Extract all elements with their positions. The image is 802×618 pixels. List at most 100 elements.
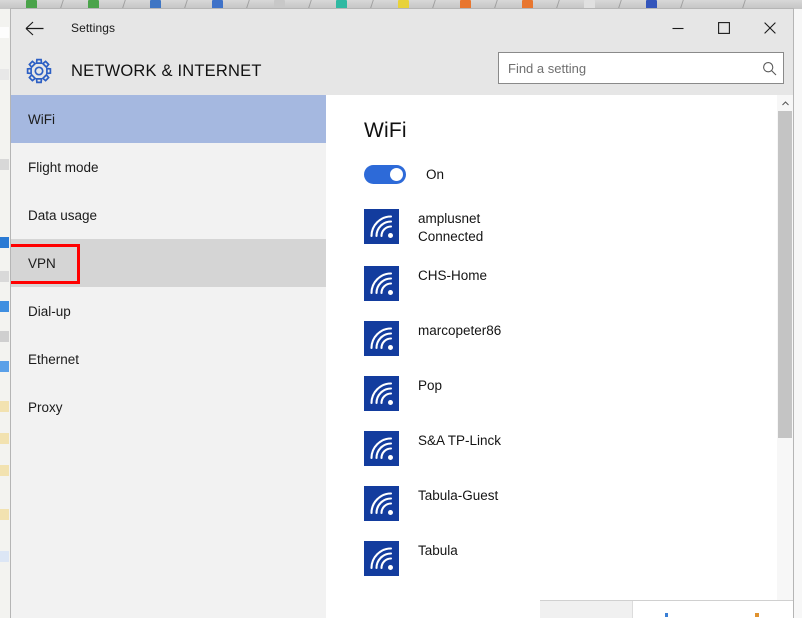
taskbar-app-icon: [335, 0, 347, 9]
window-title: Settings: [71, 21, 116, 35]
network-text-group: Tabula-Guest: [418, 486, 498, 505]
settings-content: WiFi On amplusnet Connected CHS-Home marcop…: [326, 95, 793, 618]
close-icon: [764, 22, 776, 34]
network-text-group: amplusnet Connected: [418, 209, 483, 246]
sidebar-item-label: Ethernet: [28, 351, 80, 367]
wifi-signal-glyph: [370, 547, 393, 570]
maximize-icon: [718, 22, 730, 34]
network-list-item[interactable]: Tabula-Guest: [364, 486, 793, 521]
network-text-group: Tabula: [418, 541, 458, 560]
window-controls: [655, 9, 793, 47]
close-button[interactable]: [747, 9, 793, 47]
background-app-icon: [0, 69, 9, 80]
taskbar-app-icon: [149, 0, 161, 9]
wifi-signal-glyph: [370, 437, 393, 460]
background-app-icon: [0, 271, 9, 282]
content-scrollbar[interactable]: [777, 95, 793, 618]
wifi-signal-glyph: [370, 272, 393, 295]
sidebar-item-label: Dial-up: [28, 303, 71, 319]
network-status: Connected: [418, 229, 484, 244]
taskbar-app-icon: [583, 0, 595, 9]
sidebar-item-label: Proxy: [28, 399, 63, 415]
back-arrow-icon: [25, 21, 43, 35]
network-list-item[interactable]: amplusnet Connected: [364, 209, 793, 246]
search-icon[interactable]: [755, 54, 783, 82]
network-list: amplusnet Connected CHS-Home marcopeter86 Po…: [364, 209, 793, 576]
title-bar: Settings: [11, 9, 793, 47]
background-app-icon: [0, 509, 9, 520]
gear-icon: [19, 51, 59, 91]
network-list-item[interactable]: Tabula: [364, 541, 793, 576]
background-app-icon: [0, 401, 9, 412]
background-app-icon: [0, 301, 9, 312]
network-list-item[interactable]: S&A TP-Linck: [364, 431, 793, 466]
wifi-icon: [364, 541, 399, 576]
search-box[interactable]: [498, 52, 784, 84]
network-text-group: marcopeter86: [418, 321, 501, 340]
wifi-toggle-label: On: [426, 167, 445, 182]
sidebar-item-data-usage[interactable]: Data usage: [11, 191, 326, 239]
wifi-icon: [364, 209, 399, 244]
taskbar-app-icon: [87, 0, 99, 9]
back-button[interactable]: [11, 9, 57, 47]
network-name: amplusnet: [418, 211, 481, 226]
bottom-popup-fragment[interactable]: [540, 600, 793, 618]
sidebar-item-ethernet[interactable]: Ethernet: [11, 335, 326, 383]
wifi-icon: [364, 321, 399, 356]
sidebar-item-label: WiFi: [28, 111, 55, 127]
background-app-icon: [0, 27, 9, 38]
network-list-item[interactable]: marcopeter86: [364, 321, 793, 356]
background-right-strip: [792, 9, 802, 618]
wifi-icon: [364, 376, 399, 411]
minimize-button[interactable]: [655, 9, 701, 47]
background-app-icon: [0, 361, 9, 372]
network-name: Tabula: [418, 543, 458, 558]
wifi-toggle-row: On: [364, 165, 793, 184]
popup-right-panel: [633, 601, 793, 618]
network-name: S&A TP-Linck: [418, 433, 502, 448]
scrollbar-thumb[interactable]: [778, 111, 792, 438]
sidebar-item-label: VPN: [28, 255, 56, 271]
network-name: Tabula-Guest: [418, 488, 499, 503]
taskbar-app-icon: [459, 0, 471, 9]
background-app-icon: [0, 465, 9, 476]
settings-window: Settings NETWORK & INTERNET Find a setti…: [11, 9, 793, 618]
wifi-signal-glyph: [370, 215, 393, 238]
taskbar-app-icon: [273, 0, 285, 9]
taskbar-app-icon: [645, 0, 657, 9]
maximize-button[interactable]: [701, 9, 747, 47]
wifi-signal-glyph: [370, 382, 393, 405]
sidebar-item-flight-mode[interactable]: Flight mode: [11, 143, 326, 191]
network-list-item[interactable]: Pop: [364, 376, 793, 411]
background-app-icon: [0, 551, 9, 562]
sidebar-item-wifi[interactable]: WiFi: [11, 95, 326, 143]
scrollbar-up-arrow[interactable]: [777, 95, 793, 111]
network-list-item[interactable]: CHS-Home: [364, 266, 793, 301]
settings-sidebar: WiFi Flight mode Data usage VPN Dial-up …: [11, 95, 326, 618]
sidebar-item-vpn[interactable]: VPN: [11, 239, 326, 287]
popup-dot-blue: [665, 613, 668, 617]
network-text-group: CHS-Home: [418, 266, 487, 285]
wifi-toggle-switch[interactable]: [364, 165, 406, 184]
background-app-icon: [0, 159, 9, 170]
search-input[interactable]: [499, 60, 755, 76]
sidebar-item-proxy[interactable]: Proxy: [11, 383, 326, 431]
toggle-knob: [390, 168, 403, 181]
sidebar-item-dial-up[interactable]: Dial-up: [11, 287, 326, 335]
network-name: marcopeter86: [418, 323, 502, 338]
wifi-signal-glyph: [370, 492, 393, 515]
network-text-group: Pop: [418, 376, 442, 395]
network-name: CHS-Home: [418, 268, 488, 283]
window-body: WiFi Flight mode Data usage VPN Dial-up …: [11, 95, 793, 618]
content-heading: WiFi: [364, 119, 407, 142]
taskbar-app-icon: [25, 0, 37, 9]
sidebar-item-label: Data usage: [28, 207, 98, 223]
background-app-icon: [0, 331, 9, 342]
wifi-icon: [364, 431, 399, 466]
background-app-icon: [0, 237, 9, 248]
network-name: Pop: [418, 378, 443, 393]
wifi-icon: [364, 266, 399, 301]
chevron-up-icon: [781, 100, 789, 105]
taskbar-app-icon: [211, 0, 223, 9]
wifi-icon: [364, 486, 399, 521]
